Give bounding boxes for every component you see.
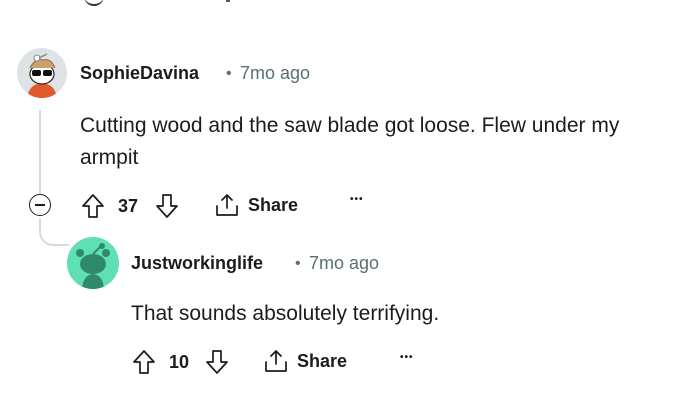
thread-line-branch[interactable] (39, 218, 69, 246)
username[interactable]: SophieDavina (80, 63, 199, 84)
comment-body: That sounds absolutely terrifying. (131, 302, 440, 325)
avatar[interactable] (67, 237, 119, 289)
timestamp[interactable]: 7mo ago (240, 63, 310, 84)
share-label: Share (297, 350, 348, 371)
arrow-up-icon (82, 194, 104, 218)
arrow-down-icon (156, 194, 178, 218)
comment-body: Cutting wood and the saw blade got loose… (80, 114, 620, 169)
share-button[interactable]: Share (263, 348, 347, 374)
vote-count: 37 (118, 196, 139, 216)
share-label: Share (248, 194, 299, 215)
avatar[interactable] (17, 48, 67, 98)
upvote-button[interactable] (80, 192, 106, 220)
share-button[interactable]: Share (214, 192, 298, 218)
cropped-previous-content (226, 0, 230, 2)
timestamp[interactable]: 7mo ago (309, 253, 379, 274)
more-options-button[interactable]: ••• (350, 194, 364, 205)
more-options-button[interactable]: ••• (400, 352, 414, 363)
cropped-previous-content (84, 0, 104, 6)
vote-count: 10 (169, 352, 190, 372)
snoo-avatar-icon (17, 48, 67, 98)
username[interactable]: Justworkinglife (131, 253, 263, 274)
snoo-avatar-icon (67, 237, 119, 289)
arrow-down-icon (206, 350, 228, 374)
minus-icon (35, 204, 45, 206)
collapse-thread-button[interactable] (29, 194, 51, 216)
arrow-up-icon (133, 350, 155, 374)
meta-separator: • (295, 255, 301, 272)
share-icon (216, 194, 238, 216)
share-icon (265, 350, 287, 372)
downvote-button[interactable] (204, 348, 230, 376)
upvote-button[interactable] (131, 348, 157, 376)
downvote-button[interactable] (154, 192, 180, 220)
thread-line[interactable] (39, 110, 41, 194)
meta-separator: • (226, 65, 232, 82)
